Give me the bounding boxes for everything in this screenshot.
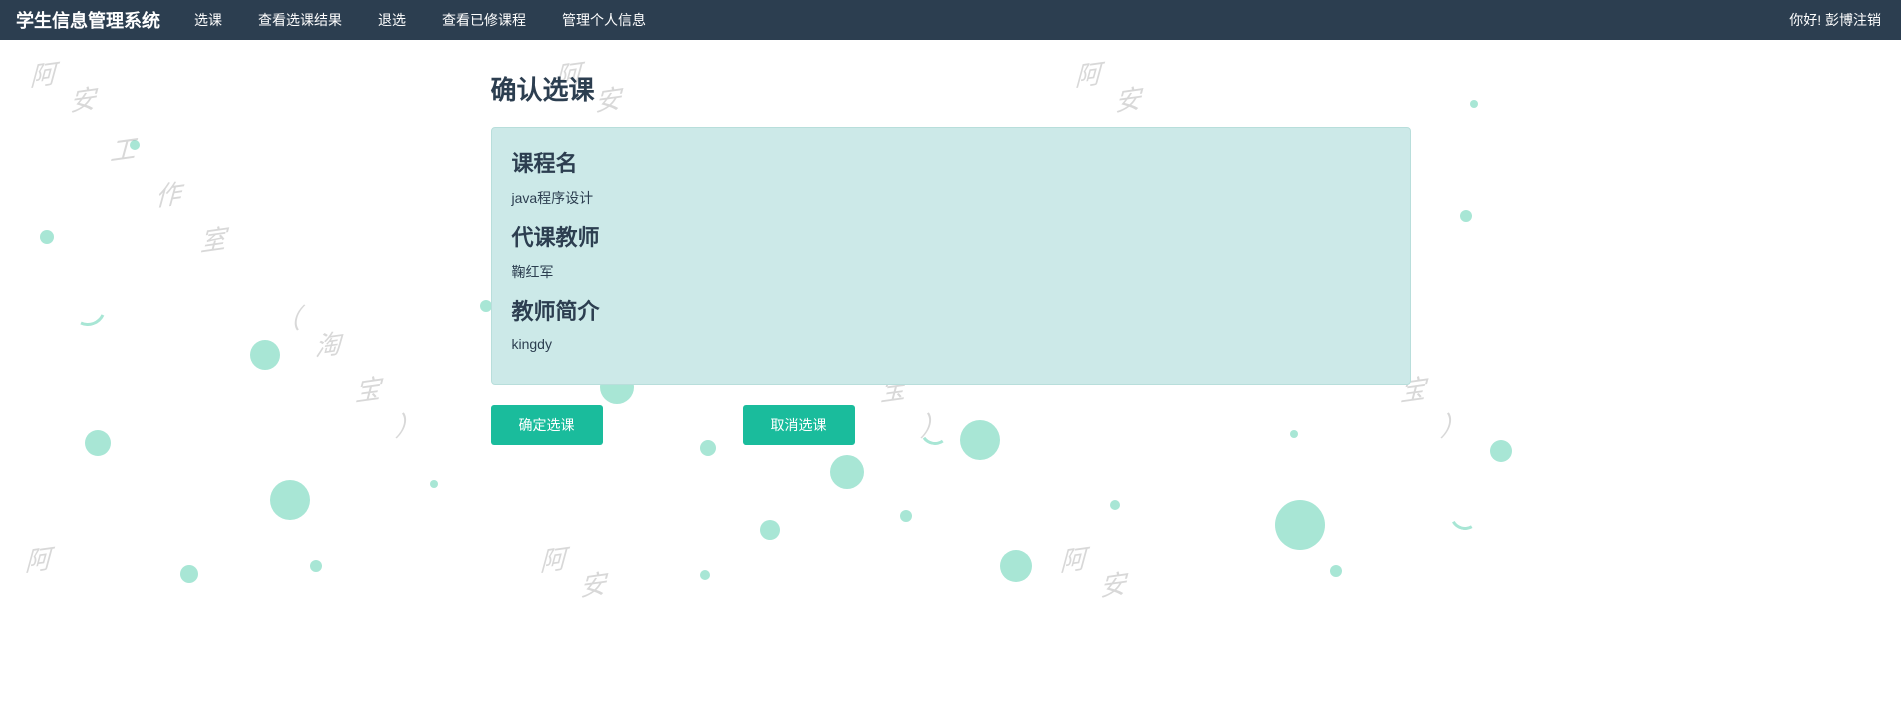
- nav-select-course[interactable]: 选课: [176, 0, 240, 40]
- course-confirm-panel: 课程名 java程序设计 代课教师 鞠红军 教师简介 kingdy: [491, 127, 1411, 385]
- user-greeting: 你好! 彭博: [1789, 12, 1853, 28]
- teacher-value: 鞠红军: [512, 262, 1390, 282]
- navbar-user-area: 你好! 彭博注销: [1789, 10, 1901, 30]
- nav-manage-profile[interactable]: 管理个人信息: [544, 0, 664, 40]
- top-navbar: 学生信息管理系统 选课 查看选课结果 退选 查看已修课程 管理个人信息 你好! …: [0, 0, 1901, 40]
- logout-link[interactable]: 注销: [1853, 12, 1881, 28]
- teacher-label: 代课教师: [512, 220, 1390, 252]
- nav-completed-courses[interactable]: 查看已修课程: [424, 0, 544, 40]
- teacher-intro-value: kingdy: [512, 336, 1390, 352]
- teacher-intro-label: 教师简介: [512, 294, 1390, 326]
- page-title: 确认选课: [491, 70, 1411, 107]
- app-brand[interactable]: 学生信息管理系统: [0, 7, 176, 33]
- course-name-label: 课程名: [512, 146, 1390, 178]
- action-buttons: 确定选课 取消选课: [491, 405, 1411, 445]
- nav-view-results[interactable]: 查看选课结果: [240, 0, 360, 40]
- main-container: 确认选课 课程名 java程序设计 代课教师 鞠红军 教师简介 kingdy 确…: [491, 40, 1411, 445]
- nav-drop-course[interactable]: 退选: [360, 0, 424, 40]
- cancel-button[interactable]: 取消选课: [743, 405, 855, 445]
- course-name-value: java程序设计: [512, 188, 1390, 208]
- confirm-button[interactable]: 确定选课: [491, 405, 603, 445]
